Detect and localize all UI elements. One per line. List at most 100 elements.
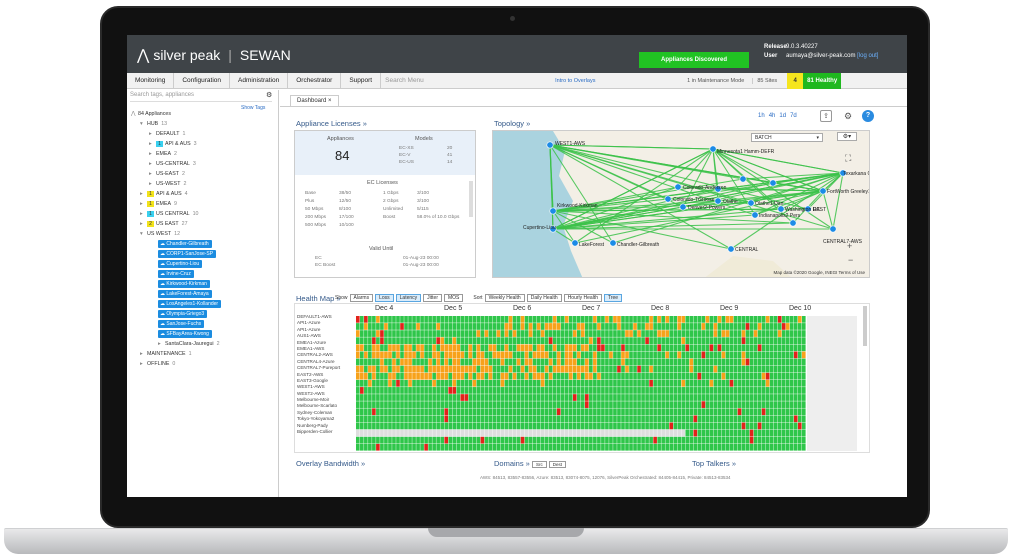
health-cell[interactable]: [737, 379, 742, 387]
health-cell[interactable]: [689, 330, 694, 337]
health-cell[interactable]: [685, 436, 690, 444]
health-cell[interactable]: [729, 365, 734, 373]
health-cell[interactable]: [444, 387, 449, 394]
health-cell[interactable]: [773, 379, 778, 387]
health-cell[interactable]: [737, 351, 742, 359]
health-cell[interactable]: [436, 387, 440, 394]
appliance-chip[interactable]: ☁ SanJose-Fuchs: [158, 320, 205, 328]
health-cell[interactable]: [400, 443, 404, 451]
health-cell[interactable]: [388, 351, 392, 359]
health-cell[interactable]: [444, 429, 449, 437]
health-cell[interactable]: [368, 337, 372, 345]
health-cell[interactable]: [404, 316, 408, 323]
health-cell[interactable]: [536, 365, 541, 373]
health-cell[interactable]: [544, 358, 549, 366]
health-cell[interactable]: [661, 316, 665, 323]
health-cell[interactable]: [689, 358, 694, 366]
health-cell[interactable]: [685, 429, 690, 437]
health-cell[interactable]: [581, 330, 585, 337]
health-cell[interactable]: [452, 344, 457, 352]
intro-overlays-link[interactable]: Intro to Overlays: [555, 78, 675, 84]
health-cell[interactable]: [520, 344, 525, 352]
health-cell[interactable]: [424, 365, 428, 373]
health-cell[interactable]: [657, 394, 661, 401]
health-cell[interactable]: [589, 436, 593, 444]
health-cell[interactable]: [436, 344, 440, 352]
health-cell[interactable]: [601, 316, 605, 323]
health-cell[interactable]: [500, 394, 505, 401]
health-cell[interactable]: [468, 443, 473, 451]
health-cell[interactable]: [536, 422, 541, 430]
health-cell[interactable]: [412, 330, 416, 337]
health-cell[interactable]: [364, 330, 368, 337]
health-cell[interactable]: [693, 372, 698, 380]
health-cell[interactable]: [492, 436, 497, 444]
health-cell[interactable]: [484, 422, 489, 430]
health-cell[interactable]: [621, 415, 625, 423]
health-cell[interactable]: [713, 316, 718, 323]
health-cell[interactable]: [781, 429, 786, 437]
health-cell[interactable]: [601, 372, 605, 380]
health-cell[interactable]: [532, 358, 537, 366]
health-cell[interactable]: [745, 401, 750, 408]
health-cell[interactable]: [633, 344, 637, 352]
health-cell[interactable]: [757, 415, 762, 423]
health-cell[interactable]: [717, 323, 722, 330]
health-cell[interactable]: [476, 365, 481, 373]
topology-node[interactable]: [739, 175, 747, 183]
health-cell[interactable]: [589, 394, 593, 401]
health-cell[interactable]: [789, 429, 794, 437]
health-cell[interactable]: [416, 408, 420, 416]
health-cell[interactable]: [769, 408, 774, 416]
health-cell[interactable]: [392, 415, 396, 423]
health-cell[interactable]: [384, 401, 388, 408]
health-cell[interactable]: [709, 408, 714, 416]
health-cell[interactable]: [552, 358, 557, 366]
health-cell[interactable]: [725, 323, 730, 330]
health-cell[interactable]: [593, 323, 597, 330]
health-cell[interactable]: [713, 344, 718, 352]
health-cell[interactable]: [625, 323, 629, 330]
health-cell[interactable]: [745, 323, 750, 330]
health-cell[interactable]: [360, 387, 364, 394]
health-cell[interactable]: [508, 429, 513, 437]
health-cell[interactable]: [392, 372, 396, 380]
health-cell[interactable]: [661, 344, 665, 352]
health-cell[interactable]: [428, 372, 432, 380]
tree-item[interactable]: ⋀ 84 Appliances: [131, 109, 277, 119]
health-cell[interactable]: [725, 358, 730, 366]
topology-node[interactable]: [769, 179, 777, 187]
health-cell[interactable]: [657, 401, 661, 408]
health-cell[interactable]: [480, 415, 485, 423]
health-cell[interactable]: [653, 323, 657, 330]
health-cell[interactable]: [669, 323, 674, 330]
health-cell[interactable]: [360, 436, 364, 444]
health-cell[interactable]: [717, 337, 722, 345]
topology-node[interactable]: [751, 211, 759, 219]
health-cell[interactable]: [669, 358, 674, 366]
health-cell[interactable]: [785, 372, 790, 380]
health-cell[interactable]: [444, 372, 449, 380]
health-cell[interactable]: [609, 436, 613, 444]
health-cell[interactable]: [440, 337, 444, 345]
health-cell[interactable]: [609, 372, 613, 380]
chevron-right-icon[interactable]: ▸: [140, 361, 147, 367]
health-cell[interactable]: [568, 358, 573, 366]
health-cell[interactable]: [500, 436, 505, 444]
menu-administration[interactable]: Administration: [230, 72, 289, 89]
health-cell[interactable]: [669, 316, 674, 323]
health-cell[interactable]: [500, 429, 505, 437]
health-cell[interactable]: [629, 429, 633, 437]
health-cell[interactable]: [408, 323, 412, 330]
health-cell[interactable]: [472, 401, 477, 408]
health-cell[interactable]: [681, 337, 686, 345]
health-cell[interactable]: [476, 415, 481, 423]
health-cell[interactable]: [572, 429, 577, 437]
health-cell[interactable]: [508, 387, 513, 394]
health-cell[interactable]: [540, 401, 545, 408]
health-cell[interactable]: [665, 436, 669, 444]
health-cell[interactable]: [697, 443, 702, 451]
health-cell[interactable]: [548, 443, 553, 451]
health-cell[interactable]: [793, 436, 798, 444]
health-cell[interactable]: [432, 365, 436, 373]
